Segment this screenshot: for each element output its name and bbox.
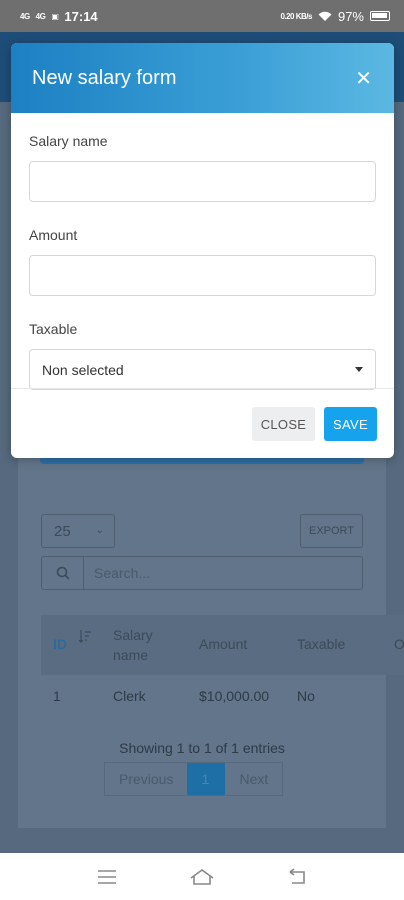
modal-footer: CLOSE SAVE: [252, 407, 377, 441]
navigation-bar: [0, 853, 404, 900]
battery-icon: [370, 11, 390, 21]
amount-input[interactable]: [29, 255, 376, 296]
th-id[interactable]: ID: [53, 636, 67, 652]
taxable-select[interactable]: Non selected: [29, 349, 376, 390]
export-button[interactable]: EXPORT: [300, 514, 363, 548]
message-icon: ▣: [51, 11, 59, 21]
close-button[interactable]: CLOSE: [252, 407, 315, 441]
caret-down-icon: [355, 367, 363, 372]
pagination-page-1[interactable]: 1: [187, 763, 226, 795]
search-box[interactable]: Search...: [41, 556, 363, 590]
salary-name-input[interactable]: [29, 161, 376, 202]
signal-1: 4G: [20, 11, 30, 21]
modal-body: Salary name Amount Taxable Non selected: [11, 113, 394, 390]
modal-title: New salary form: [32, 66, 177, 89]
search-input[interactable]: Search...: [84, 557, 362, 589]
th-taxable[interactable]: Taxable: [297, 636, 345, 652]
page-size-value: 25: [54, 523, 71, 540]
status-left: 4G 4G ▣ 17:14: [20, 9, 98, 24]
modal-header: New salary form ✕: [11, 43, 394, 113]
page-size-select[interactable]: 25 ⌄: [41, 514, 115, 548]
search-icon: [42, 557, 84, 589]
clock: 17:14: [64, 8, 98, 24]
menu-icon[interactable]: [93, 867, 121, 887]
amount-label: Amount: [29, 227, 78, 243]
pagination: Previous 1 Next: [104, 762, 284, 796]
cell-amount: $10,000.00: [199, 688, 270, 704]
wifi-icon: [318, 11, 332, 21]
sort-icon[interactable]: [78, 628, 92, 644]
pagination-previous[interactable]: Previous: [105, 763, 187, 795]
battery-percent: 97%: [337, 8, 364, 24]
salary-name-label: Salary name: [29, 133, 108, 149]
new-salary-modal: New salary form ✕ Salary name Amount Tax…: [11, 43, 394, 458]
modal-divider: [11, 388, 394, 389]
status-bar: 4G 4G ▣ 17:14 0.20 KB/s 97%: [0, 0, 404, 32]
status-right: 0.20 KB/s 97%: [280, 9, 390, 24]
taxable-selected-value: Non selected: [42, 361, 124, 378]
cell-salary-name: Clerk: [113, 688, 146, 704]
cell-taxable: No: [297, 688, 315, 704]
th-options[interactable]: O: [394, 636, 404, 652]
back-icon[interactable]: [283, 867, 311, 887]
taxable-label: Taxable: [29, 321, 78, 337]
cell-id: 1: [53, 688, 61, 704]
table-info: Showing 1 to 1 of 1 entries: [119, 740, 285, 756]
chevron-down-icon: ⌄: [95, 525, 104, 536]
th-amount[interactable]: Amount: [199, 636, 247, 652]
network-speed: 0.20 KB/s: [280, 11, 312, 21]
close-icon[interactable]: ✕: [355, 66, 372, 91]
signal-2: 4G: [35, 11, 46, 21]
save-button[interactable]: SAVE: [324, 407, 377, 441]
home-icon[interactable]: [188, 867, 216, 887]
th-salary-name[interactable]: Salary name: [113, 625, 163, 665]
pagination-next[interactable]: Next: [225, 763, 282, 795]
